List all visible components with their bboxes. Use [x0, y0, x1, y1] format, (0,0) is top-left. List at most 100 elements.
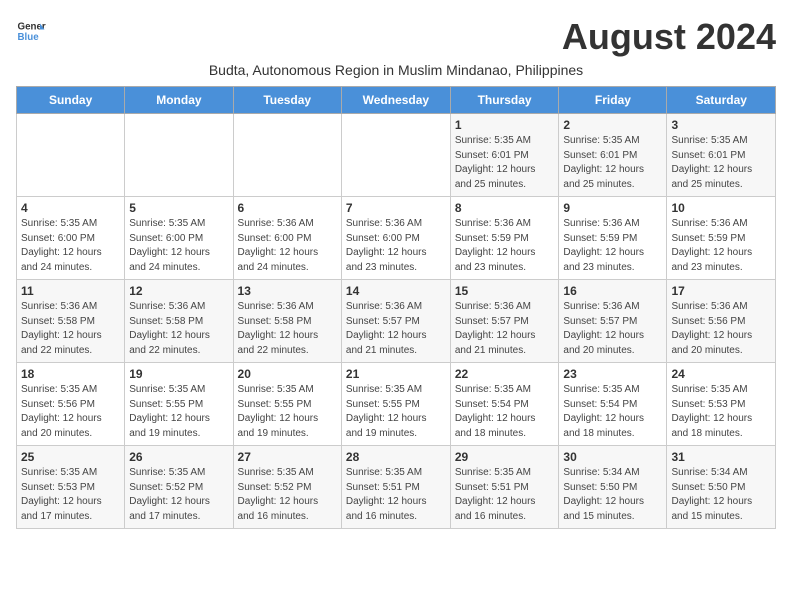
- day-info: Sunrise: 5:35 AM Sunset: 6:01 PM Dayligh…: [455, 134, 555, 192]
- day-number: 28: [346, 450, 446, 464]
- week-row-2: 11 Sunrise: 5:36 AM Sunset: 5:58 PM Dayli…: [17, 280, 776, 363]
- calendar-cell: 4Sunrise: 5:35 AM Sunset: 6:00 PM Daylig…: [17, 197, 125, 280]
- calendar-cell: [125, 114, 233, 197]
- logo: General Blue: [16, 16, 46, 46]
- calendar-cell: 22 Sunrise: 5:35 AM Sunset: 5:54 PM Dayli…: [450, 363, 559, 446]
- day-number: 20: [238, 367, 337, 381]
- calendar-cell: 27Sunrise: 5:35 AM Sunset: 5:52 PM Dayli…: [233, 446, 341, 529]
- calendar-cell: 7 Sunrise: 5:36 AM Sunset: 6:00 PM Daylig…: [341, 197, 450, 280]
- day-number: 16: [563, 284, 662, 298]
- calendar-cell: 9 Sunrise: 5:36 AM Sunset: 5:59 PM Daylig…: [559, 197, 667, 280]
- day-number: 6: [238, 201, 337, 215]
- day-info: Sunrise: 5:36 AM Sunset: 6:00 PM Dayligh…: [238, 217, 337, 275]
- calendar-cell: 5Sunrise: 5:35 AM Sunset: 6:00 PM Daylig…: [125, 197, 233, 280]
- day-number: 11: [21, 284, 120, 298]
- day-info: Sunrise: 5:34 AM Sunset: 5:50 PM Dayligh…: [563, 466, 662, 524]
- day-info: Sunrise: 5:36 AM Sunset: 5:57 PM Dayligh…: [346, 300, 446, 358]
- day-header-friday: Friday: [559, 87, 667, 114]
- day-info: Sunrise: 5:35 AM Sunset: 5:56 PM Dayligh…: [21, 383, 120, 441]
- calendar-cell: 2 Sunrise: 5:35 AM Sunset: 6:01 PM Daylig…: [559, 114, 667, 197]
- calendar-cell: 12 Sunrise: 5:36 AM Sunset: 5:58 PM Dayli…: [125, 280, 233, 363]
- calendar-cell: 6 Sunrise: 5:36 AM Sunset: 6:00 PM Daylig…: [233, 197, 341, 280]
- day-header-thursday: Thursday: [450, 87, 559, 114]
- day-info: Sunrise: 5:35 AM Sunset: 5:54 PM Dayligh…: [563, 383, 662, 441]
- calendar-table: SundayMondayTuesdayWednesdayThursdayFrid…: [16, 86, 776, 529]
- day-info: Sunrise: 5:35 AM Sunset: 6:00 PM Dayligh…: [21, 217, 120, 275]
- calendar-cell: 31Sunrise: 5:34 AM Sunset: 5:50 PM Dayli…: [667, 446, 776, 529]
- day-number: 24: [671, 367, 771, 381]
- day-info: Sunrise: 5:36 AM Sunset: 5:57 PM Dayligh…: [563, 300, 662, 358]
- day-header-tuesday: Tuesday: [233, 87, 341, 114]
- day-number: 7: [346, 201, 446, 215]
- day-info: Sunrise: 5:35 AM Sunset: 6:01 PM Dayligh…: [563, 134, 662, 192]
- calendar-cell: [17, 114, 125, 197]
- day-info: Sunrise: 5:35 AM Sunset: 6:01 PM Dayligh…: [671, 134, 771, 192]
- calendar-cell: 25 Sunrise: 5:35 AM Sunset: 5:53 PM Dayli…: [17, 446, 125, 529]
- day-info: Sunrise: 5:36 AM Sunset: 5:57 PM Dayligh…: [455, 300, 555, 358]
- day-info: Sunrise: 5:34 AM Sunset: 5:50 PM Dayligh…: [671, 466, 771, 524]
- day-info: Sunrise: 5:35 AM Sunset: 5:51 PM Dayligh…: [346, 466, 446, 524]
- day-number: 12: [129, 284, 228, 298]
- day-header-wednesday: Wednesday: [341, 87, 450, 114]
- day-number: 9: [563, 201, 662, 215]
- calendar-cell: 30 Sunrise: 5:34 AM Sunset: 5:50 PM Dayli…: [559, 446, 667, 529]
- day-info: Sunrise: 5:36 AM Sunset: 5:58 PM Dayligh…: [129, 300, 228, 358]
- calendar-cell: 26 Sunrise: 5:35 AM Sunset: 5:52 PM Dayli…: [125, 446, 233, 529]
- calendar-cell: 20 Sunrise: 5:35 AM Sunset: 5:55 PM Dayli…: [233, 363, 341, 446]
- calendar-cell: 8Sunrise: 5:36 AM Sunset: 5:59 PM Daylig…: [450, 197, 559, 280]
- day-number: 10: [671, 201, 771, 215]
- day-number: 23: [563, 367, 662, 381]
- day-header-saturday: Saturday: [667, 87, 776, 114]
- day-info: Sunrise: 5:35 AM Sunset: 5:51 PM Dayligh…: [455, 466, 555, 524]
- calendar-cell: 15Sunrise: 5:36 AM Sunset: 5:57 PM Dayli…: [450, 280, 559, 363]
- calendar-cell: [233, 114, 341, 197]
- day-number: 18: [21, 367, 120, 381]
- week-row-4: 25 Sunrise: 5:35 AM Sunset: 5:53 PM Dayli…: [17, 446, 776, 529]
- calendar-cell: 10 Sunrise: 5:36 AM Sunset: 5:59 PM Dayli…: [667, 197, 776, 280]
- day-number: 25: [21, 450, 120, 464]
- day-info: Sunrise: 5:36 AM Sunset: 5:59 PM Dayligh…: [671, 217, 771, 275]
- week-row-1: 4Sunrise: 5:35 AM Sunset: 6:00 PM Daylig…: [17, 197, 776, 280]
- day-info: Sunrise: 5:35 AM Sunset: 5:53 PM Dayligh…: [671, 383, 771, 441]
- day-number: 8: [455, 201, 555, 215]
- day-number: 30: [563, 450, 662, 464]
- day-number: 13: [238, 284, 337, 298]
- day-number: 14: [346, 284, 446, 298]
- day-info: Sunrise: 5:35 AM Sunset: 5:53 PM Dayligh…: [21, 466, 120, 524]
- day-number: 29: [455, 450, 555, 464]
- days-header-row: SundayMondayTuesdayWednesdayThursdayFrid…: [17, 87, 776, 114]
- day-info: Sunrise: 5:35 AM Sunset: 5:55 PM Dayligh…: [346, 383, 446, 441]
- day-number: 5: [129, 201, 228, 215]
- header: General Blue August 2024: [16, 16, 776, 58]
- calendar-cell: 13 Sunrise: 5:36 AM Sunset: 5:58 PM Dayli…: [233, 280, 341, 363]
- calendar-cell: 14 Sunrise: 5:36 AM Sunset: 5:57 PM Dayli…: [341, 280, 450, 363]
- day-number: 17: [671, 284, 771, 298]
- day-header-monday: Monday: [125, 87, 233, 114]
- calendar-cell: 3Sunrise: 5:35 AM Sunset: 6:01 PM Daylig…: [667, 114, 776, 197]
- subtitle: Budta, Autonomous Region in Muslim Minda…: [16, 62, 776, 78]
- calendar-cell: [341, 114, 450, 197]
- day-info: Sunrise: 5:35 AM Sunset: 5:54 PM Dayligh…: [455, 383, 555, 441]
- day-number: 2: [563, 118, 662, 132]
- day-info: Sunrise: 5:35 AM Sunset: 5:55 PM Dayligh…: [129, 383, 228, 441]
- day-number: 21: [346, 367, 446, 381]
- day-info: Sunrise: 5:36 AM Sunset: 5:59 PM Dayligh…: [563, 217, 662, 275]
- day-number: 19: [129, 367, 228, 381]
- calendar-cell: 11Sunrise: 5:36 AM Sunset: 5:58 PM Dayli…: [17, 280, 125, 363]
- day-info: Sunrise: 5:36 AM Sunset: 6:00 PM Dayligh…: [346, 217, 446, 275]
- day-number: 22: [455, 367, 555, 381]
- week-row-0: 1Sunrise: 5:35 AM Sunset: 6:01 PM Daylig…: [17, 114, 776, 197]
- day-info: Sunrise: 5:35 AM Sunset: 5:52 PM Dayligh…: [129, 466, 228, 524]
- day-info: Sunrise: 5:36 AM Sunset: 5:58 PM Dayligh…: [238, 300, 337, 358]
- logo-icon: General Blue: [16, 16, 46, 46]
- calendar-cell: 16 Sunrise: 5:36 AM Sunset: 5:57 PM Dayli…: [559, 280, 667, 363]
- month-title: August 2024: [562, 16, 776, 58]
- day-info: Sunrise: 5:36 AM Sunset: 5:56 PM Dayligh…: [671, 300, 771, 358]
- calendar-cell: 18 Sunrise: 5:35 AM Sunset: 5:56 PM Dayli…: [17, 363, 125, 446]
- calendar-cell: 28 Sunrise: 5:35 AM Sunset: 5:51 PM Dayli…: [341, 446, 450, 529]
- day-number: 26: [129, 450, 228, 464]
- calendar-cell: 23 Sunrise: 5:35 AM Sunset: 5:54 PM Dayli…: [559, 363, 667, 446]
- calendar-cell: 29 Sunrise: 5:35 AM Sunset: 5:51 PM Dayli…: [450, 446, 559, 529]
- calendar-cell: 19 Sunrise: 5:35 AM Sunset: 5:55 PM Dayli…: [125, 363, 233, 446]
- day-info: Sunrise: 5:35 AM Sunset: 5:55 PM Dayligh…: [238, 383, 337, 441]
